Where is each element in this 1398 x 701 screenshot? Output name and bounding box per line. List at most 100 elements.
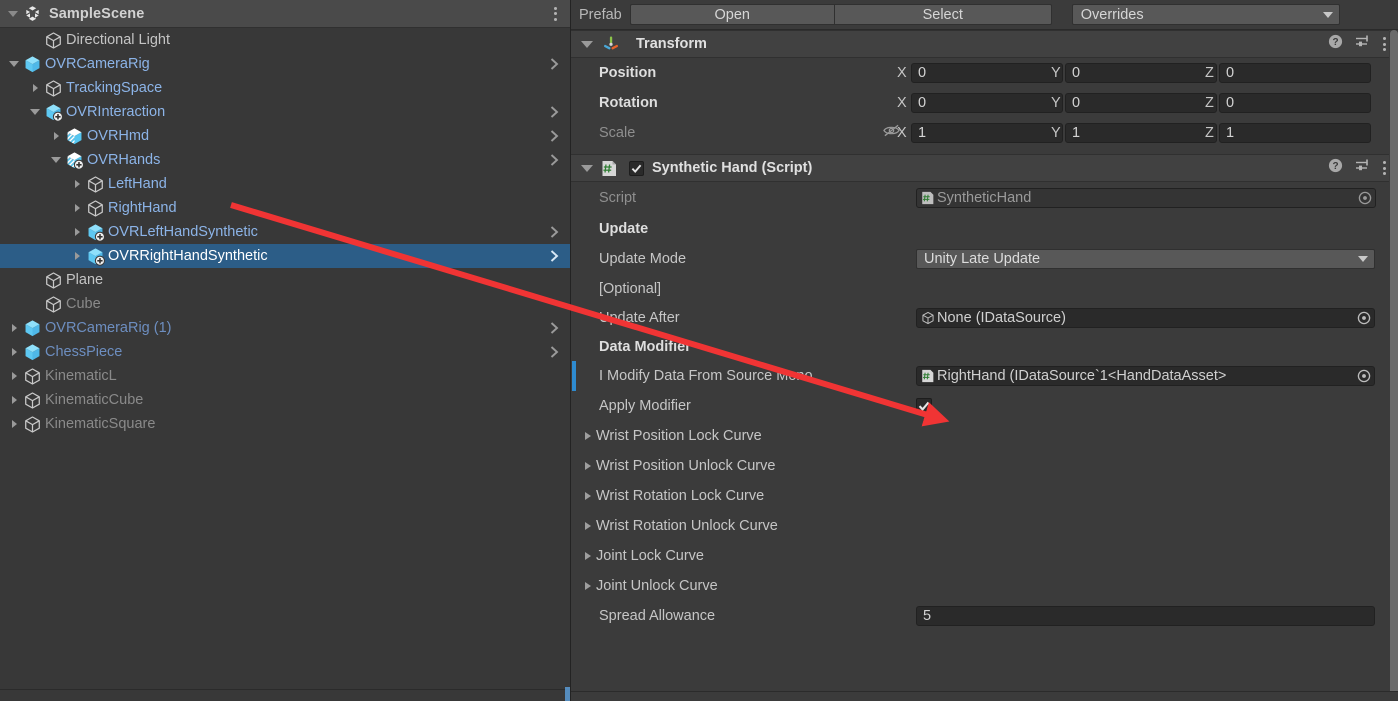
chevron-down-icon[interactable] bbox=[581, 164, 593, 172]
hierarchy-item-plane[interactable]: Plane bbox=[0, 268, 570, 292]
hierarchy-item-ovrlefthandsynthetic[interactable]: OVRLeftHandSynthetic bbox=[0, 220, 570, 244]
scene-foldout-toggle[interactable] bbox=[4, 10, 22, 17]
hierarchy-item-ovrinteraction[interactable]: OVRInteraction bbox=[0, 100, 570, 124]
hierarchy-item-cube[interactable]: Cube bbox=[0, 292, 570, 316]
hierarchy-item-righthand[interactable]: RightHand bbox=[0, 196, 570, 220]
synthetic-hand-kebab-menu-icon[interactable] bbox=[1383, 161, 1386, 175]
foldout-collapsed-toggle[interactable] bbox=[68, 204, 86, 212]
chevron-right-icon bbox=[53, 132, 59, 140]
foldout-spacer bbox=[26, 36, 44, 44]
synthetic-hand-component-header[interactable]: Synthetic Hand (Script) ? bbox=[571, 154, 1398, 182]
hierarchy-item-ovrcamerarig-1[interactable]: OVRCameraRig (1) bbox=[0, 316, 570, 340]
foldout-collapsed-toggle[interactable] bbox=[68, 252, 86, 260]
transform-rotation-z-field[interactable]: 0 bbox=[1219, 93, 1371, 113]
foldout-collapsed-toggle[interactable] bbox=[47, 132, 65, 140]
prefab-overrides-dropdown[interactable]: Overrides bbox=[1071, 4, 1340, 25]
object-picker-icon[interactable] bbox=[1357, 311, 1371, 325]
hierarchy-item-ovrhands[interactable]: OVRHands bbox=[0, 148, 570, 172]
script-object-field[interactable]: SyntheticHand bbox=[916, 188, 1376, 208]
curve-foldout-wrist-position-unlock-curve[interactable]: Wrist Position Unlock Curve bbox=[571, 451, 1398, 481]
curve-foldout-joint-lock-curve[interactable]: Joint Lock Curve bbox=[571, 541, 1398, 571]
object-picker-icon[interactable] bbox=[1358, 191, 1372, 205]
prefab-open-chevron-icon[interactable] bbox=[550, 154, 559, 167]
gameobject-icon bbox=[86, 199, 105, 218]
transform-scale-z-field[interactable]: 1 bbox=[1219, 123, 1371, 143]
update-after-object-field[interactable]: None (IDataSource) bbox=[916, 308, 1375, 328]
foldout-collapsed-toggle[interactable] bbox=[26, 84, 44, 92]
foldout-expanded-toggle[interactable] bbox=[5, 61, 23, 67]
prefab-open-chevron-icon[interactable] bbox=[550, 250, 559, 263]
hierarchy-item-kinematiccube[interactable]: KinematicCube bbox=[0, 388, 570, 412]
foldout-collapsed-toggle[interactable] bbox=[5, 420, 23, 428]
foldout-collapsed-toggle[interactable] bbox=[68, 228, 86, 236]
chevron-down-icon bbox=[9, 61, 19, 67]
chevron-right-icon bbox=[11, 348, 17, 356]
hierarchy-item-chesspiece[interactable]: ChessPiece bbox=[0, 340, 570, 364]
prefab-open-chevron-icon[interactable] bbox=[550, 322, 559, 335]
update-mode-dropdown[interactable]: Unity Late Update bbox=[916, 249, 1375, 269]
help-icon[interactable]: ? bbox=[1328, 34, 1343, 54]
hierarchy-item-label: TrackingSpace bbox=[66, 80, 163, 96]
hierarchy-item-kinematicsquare[interactable]: KinematicSquare bbox=[0, 412, 570, 436]
scene-header-row[interactable]: SampleScene bbox=[0, 0, 570, 28]
transform-rotation-y-field[interactable]: 0 bbox=[1065, 93, 1217, 113]
prefab-open-chevron-icon[interactable] bbox=[550, 346, 559, 359]
hierarchy-bottom-bar bbox=[0, 687, 570, 701]
transform-scale-y-field[interactable]: 1 bbox=[1065, 123, 1217, 143]
value: 0 bbox=[1072, 95, 1081, 111]
hierarchy-item-directional-light[interactable]: Directional Light bbox=[0, 28, 570, 52]
curve-foldout-joint-unlock-curve[interactable]: Joint Unlock Curve bbox=[571, 571, 1398, 601]
transform-scale-x-field[interactable]: 1 bbox=[911, 123, 1063, 143]
inspector-scrollbar[interactable] bbox=[1389, 30, 1398, 701]
inspector-scrollbar-thumb[interactable] bbox=[1390, 30, 1398, 701]
synthetic-hand-enabled-checkbox[interactable] bbox=[629, 160, 644, 176]
hierarchy-item-ovrcamerarig[interactable]: OVRCameraRig bbox=[0, 52, 570, 76]
script-row: Script SyntheticHand bbox=[571, 182, 1398, 214]
transform-position-z-field[interactable]: 0 bbox=[1219, 63, 1371, 83]
prefab-open-chevron-icon[interactable] bbox=[550, 58, 559, 71]
hierarchy-item-label: Cube bbox=[66, 296, 101, 312]
chevron-down-icon[interactable] bbox=[581, 40, 593, 48]
preset-settings-icon[interactable] bbox=[1355, 158, 1371, 178]
transform-kebab-menu-icon[interactable] bbox=[1383, 37, 1386, 51]
prefab-open-chevron-icon[interactable] bbox=[550, 226, 559, 239]
foldout-collapsed-toggle[interactable] bbox=[5, 324, 23, 332]
curve-label: Wrist Rotation Lock Curve bbox=[596, 488, 765, 504]
help-icon[interactable]: ? bbox=[1328, 158, 1343, 178]
transform-component-header[interactable]: Transform ? bbox=[571, 30, 1398, 58]
foldout-collapsed-toggle[interactable] bbox=[68, 180, 86, 188]
hierarchy-menu-icon[interactable] bbox=[554, 6, 557, 21]
gameobject-icon bbox=[44, 271, 63, 290]
object-picker-icon[interactable] bbox=[1357, 369, 1371, 383]
foldout-expanded-toggle[interactable] bbox=[47, 157, 65, 163]
prefab-open-button[interactable]: Open bbox=[629, 4, 834, 25]
hierarchy-item-trackingspace[interactable]: TrackingSpace bbox=[0, 76, 570, 100]
axis-x-label: X bbox=[897, 65, 907, 81]
curve-foldout-wrist-rotation-unlock-curve[interactable]: Wrist Rotation Unlock Curve bbox=[571, 511, 1398, 541]
modify-source-object-field[interactable]: RightHand (IDataSource`1<HandDataAsset> bbox=[916, 366, 1375, 386]
foldout-collapsed-toggle[interactable] bbox=[5, 372, 23, 380]
spread-allowance-field[interactable]: 5 bbox=[916, 606, 1375, 626]
transform-rotation-x-field[interactable]: 0 bbox=[911, 93, 1063, 113]
transform-position-y-field[interactable]: 0 bbox=[1065, 63, 1217, 83]
hierarchy-item-ovrrighthandsynthetic[interactable]: OVRRightHandSynthetic bbox=[0, 244, 570, 268]
prefab-open-chevron-icon[interactable] bbox=[550, 106, 559, 119]
curve-foldout-wrist-rotation-lock-curve[interactable]: Wrist Rotation Lock Curve bbox=[571, 481, 1398, 511]
transform-rotation-row: Rotation X 0 Y 0 Z 0 bbox=[571, 88, 1398, 118]
hierarchy-item-label: Plane bbox=[66, 272, 104, 288]
prefab-open-chevron-icon[interactable] bbox=[550, 130, 559, 143]
curve-foldout-wrist-position-lock-curve[interactable]: Wrist Position Lock Curve bbox=[571, 421, 1398, 451]
value: 1 bbox=[1226, 125, 1235, 141]
value: 0 bbox=[918, 65, 927, 81]
preset-settings-icon[interactable] bbox=[1355, 34, 1371, 54]
hierarchy-item-label: KinematicSquare bbox=[45, 416, 156, 432]
prefab-select-button[interactable]: Select bbox=[833, 4, 1052, 25]
apply-modifier-checkbox[interactable] bbox=[916, 398, 932, 414]
transform-position-x-field[interactable]: 0 bbox=[911, 63, 1063, 83]
foldout-collapsed-toggle[interactable] bbox=[5, 396, 23, 404]
hierarchy-item-kinematicl[interactable]: KinematicL bbox=[0, 364, 570, 388]
foldout-expanded-toggle[interactable] bbox=[26, 109, 44, 115]
hierarchy-item-ovrhmd[interactable]: OVRHmd bbox=[0, 124, 570, 148]
hierarchy-item-lefthand[interactable]: LeftHand bbox=[0, 172, 570, 196]
foldout-collapsed-toggle[interactable] bbox=[5, 348, 23, 356]
